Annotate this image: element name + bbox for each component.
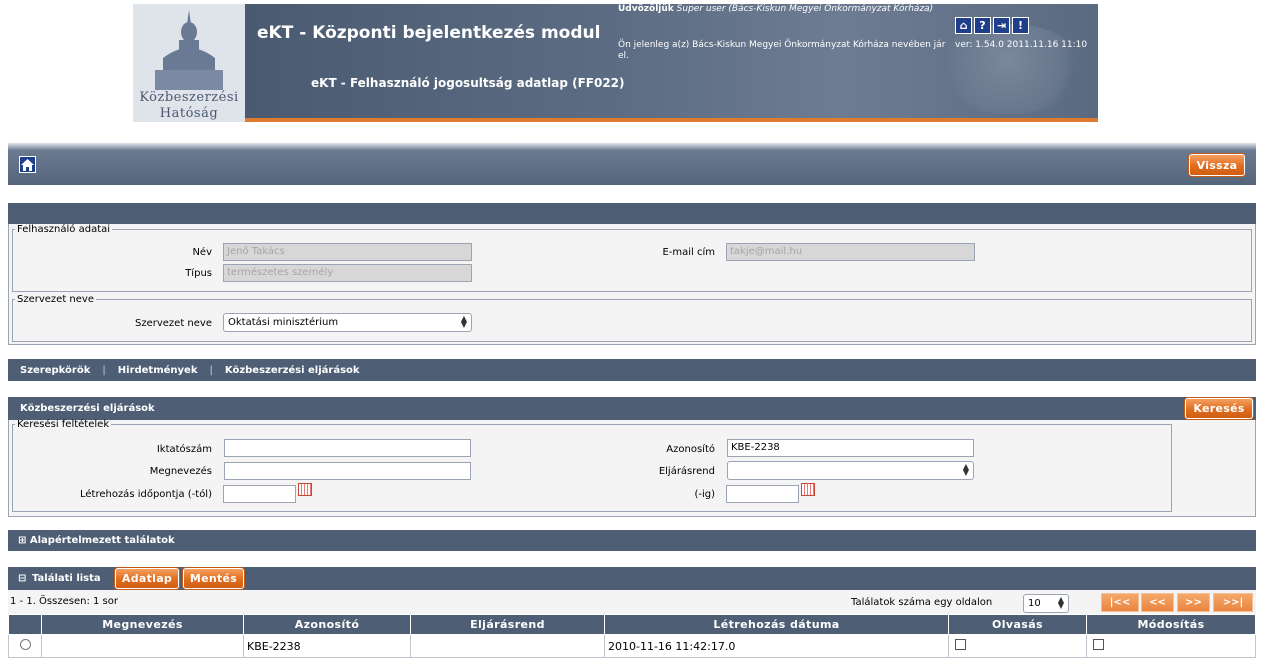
- welcome-user: Super user (Bács-Kiskun Megyei Önkormány…: [676, 4, 934, 14]
- modify-checkbox[interactable]: [1093, 639, 1104, 650]
- app-title: eKT - Központi bejelentkezés modul: [257, 23, 601, 43]
- read-checkbox[interactable]: [955, 639, 966, 650]
- user-data-fieldset: Felhasználó adatai: [12, 224, 1252, 292]
- column-header-azonosito[interactable]: Azonosító: [243, 614, 411, 635]
- per-page-select[interactable]: 10 ▲ ▼: [1023, 594, 1069, 613]
- tab-separator: |: [209, 364, 213, 376]
- iktatoszam-label: Iktatószám: [156, 444, 212, 455]
- pager-first-button[interactable]: |<<: [1101, 593, 1139, 612]
- select-column-header: [8, 614, 42, 635]
- cell-modositas: [1086, 634, 1256, 658]
- created-from-input[interactable]: [223, 485, 296, 503]
- calendar-icon[interactable]: [298, 483, 312, 496]
- created-from-label: Létrehozás időpontja (-tól): [79, 489, 212, 500]
- welcome-text: Üdvözöljük Super user (Bács-Kiskun Megye…: [618, 4, 948, 15]
- page-subtitle: eKT - Felhasználó jogosultság adatlap (F…: [311, 76, 625, 90]
- created-to-label: (-ig): [694, 489, 715, 500]
- tab-separator: |: [102, 364, 106, 376]
- created-to-input[interactable]: [726, 485, 799, 503]
- tab-hirdetmenyek[interactable]: Hirdetmények: [118, 365, 198, 376]
- banner-watermark: [935, 24, 1085, 114]
- eljarasrend-label: Eljárásrend: [658, 466, 715, 477]
- org-label: Szervezet neve: [135, 318, 212, 329]
- user-panel-header: [8, 203, 1256, 224]
- table-header-row: Megnevezés Azonosító Eljárásrend Létreho…: [8, 614, 1256, 635]
- azonosito-input[interactable]: KBE-2238: [727, 439, 974, 457]
- header-icons: ⌂ ? ⇥ !: [955, 17, 1029, 34]
- tab-kozbeszerzesi-eljarasok[interactable]: Közbeszerzési eljárások: [225, 365, 360, 376]
- pager-next-button[interactable]: >>: [1177, 593, 1210, 612]
- welcome-label: Üdvözöljük: [618, 4, 674, 14]
- tab-szerepkorok[interactable]: Szerepkörök: [20, 365, 90, 376]
- logo-line2: Hatóság: [159, 106, 219, 121]
- results-summary: 1 - 1. Összesen: 1 sor: [10, 596, 118, 607]
- search-button[interactable]: Keresés: [1185, 398, 1253, 419]
- datasheet-button[interactable]: Adatlap: [115, 568, 179, 589]
- acting-as-text: Ön jelenleg a(z) Bács-Kiskun Megyei Önko…: [618, 40, 946, 61]
- building-dome-icon: [155, 10, 223, 90]
- chevron-updown-icon: ▲ ▼: [962, 462, 969, 477]
- column-header-modositas[interactable]: Módosítás: [1086, 614, 1256, 635]
- pager-last-button[interactable]: >>|: [1213, 593, 1253, 612]
- email-field: takje@mail.hu: [726, 243, 975, 261]
- column-header-eljarasrend[interactable]: Eljárásrend: [410, 614, 605, 635]
- cell-megnevezes: [41, 634, 244, 658]
- megnevezes-input[interactable]: [224, 462, 471, 480]
- email-label: E-mail cím: [662, 247, 715, 258]
- column-header-megnevezes[interactable]: Megnevezés: [41, 614, 244, 635]
- nav-bar: Vissza: [8, 143, 1256, 185]
- type-label: Típus: [185, 268, 212, 279]
- name-label: Név: [192, 247, 212, 258]
- iktatoszam-input[interactable]: [224, 439, 471, 457]
- default-results-header[interactable]: ⊞ Alapértelmezett találatok: [8, 530, 1256, 551]
- default-results-title: Alapértelmezett találatok: [29, 535, 175, 546]
- collapse-icon[interactable]: ⊟: [18, 573, 26, 584]
- table-row[interactable]: KBE-2238 2010-11-16 11:42:17.0: [8, 634, 1256, 658]
- alert-icon[interactable]: !: [1012, 17, 1029, 34]
- back-button[interactable]: Vissza: [1189, 154, 1245, 176]
- cell-olvasas: [948, 634, 1087, 658]
- home-icon[interactable]: [19, 156, 36, 173]
- megnevezes-label: Megnevezés: [149, 466, 212, 477]
- name-field: Jenő Takács: [223, 243, 472, 261]
- version-text: ver: 1.54.0 2011.11.16 11:10: [955, 40, 1088, 50]
- search-panel-title: Közbeszerzési eljárások: [20, 403, 155, 414]
- user-data-legend: Felhasználó adatai: [17, 224, 111, 235]
- logout-icon[interactable]: ⇥: [993, 17, 1010, 34]
- calendar-icon[interactable]: [801, 483, 815, 496]
- tab-bar: Szerepkörök | Hirdetmények | Közbeszerzé…: [8, 359, 1256, 381]
- type-field: természetes személy: [223, 264, 472, 282]
- eljarasrend-select[interactable]: ▲ ▼: [727, 461, 974, 480]
- per-page-label: Találatok száma egy oldalon: [851, 597, 993, 608]
- cell-eljarasrend: [410, 634, 605, 658]
- org-select[interactable]: Oktatási minisztérium ▲ ▼: [223, 313, 472, 332]
- save-button[interactable]: Mentés: [183, 568, 244, 589]
- chevron-updown-icon: ▲ ▼: [460, 314, 467, 329]
- banner-stripe: [245, 118, 1098, 122]
- pager-prev-button[interactable]: <<: [1141, 593, 1174, 612]
- cell-letrehozas: 2010-11-16 11:42:17.0: [604, 634, 949, 658]
- column-header-letrehozas[interactable]: Létrehozás dátuma: [604, 614, 949, 635]
- banner: eKT - Központi bejelentkezés modul eKT -…: [245, 4, 1098, 122]
- row-select-cell: [8, 634, 42, 658]
- cell-azonosito: KBE-2238: [243, 634, 411, 658]
- logo: Közbeszerzési Hatóság: [133, 4, 245, 122]
- azonosito-label: Azonosító: [666, 444, 715, 455]
- per-page-value: 10: [1028, 598, 1041, 609]
- chevron-updown-icon: ▲ ▼: [1057, 595, 1064, 610]
- org-select-value: Oktatási minisztérium: [228, 317, 339, 328]
- row-radio[interactable]: [19, 639, 31, 650]
- expand-icon[interactable]: ⊞: [18, 535, 26, 546]
- search-panel-header: Közbeszerzési eljárások: [8, 397, 1256, 420]
- results-table: Megnevezés Azonosító Eljárásrend Létreho…: [8, 614, 1256, 658]
- search-criteria-legend: Keresési feltételek: [17, 419, 110, 430]
- help-icon[interactable]: ?: [974, 17, 991, 34]
- header: Közbeszerzési Hatóság eKT - Központi bej…: [133, 4, 1098, 122]
- results-title: Találati lista: [32, 573, 101, 584]
- org-legend: Szervezet neve: [17, 294, 94, 305]
- home-icon[interactable]: ⌂: [955, 17, 972, 34]
- column-header-olvasas[interactable]: Olvasás: [948, 614, 1087, 635]
- logo-line1: Közbeszerzési: [139, 90, 239, 105]
